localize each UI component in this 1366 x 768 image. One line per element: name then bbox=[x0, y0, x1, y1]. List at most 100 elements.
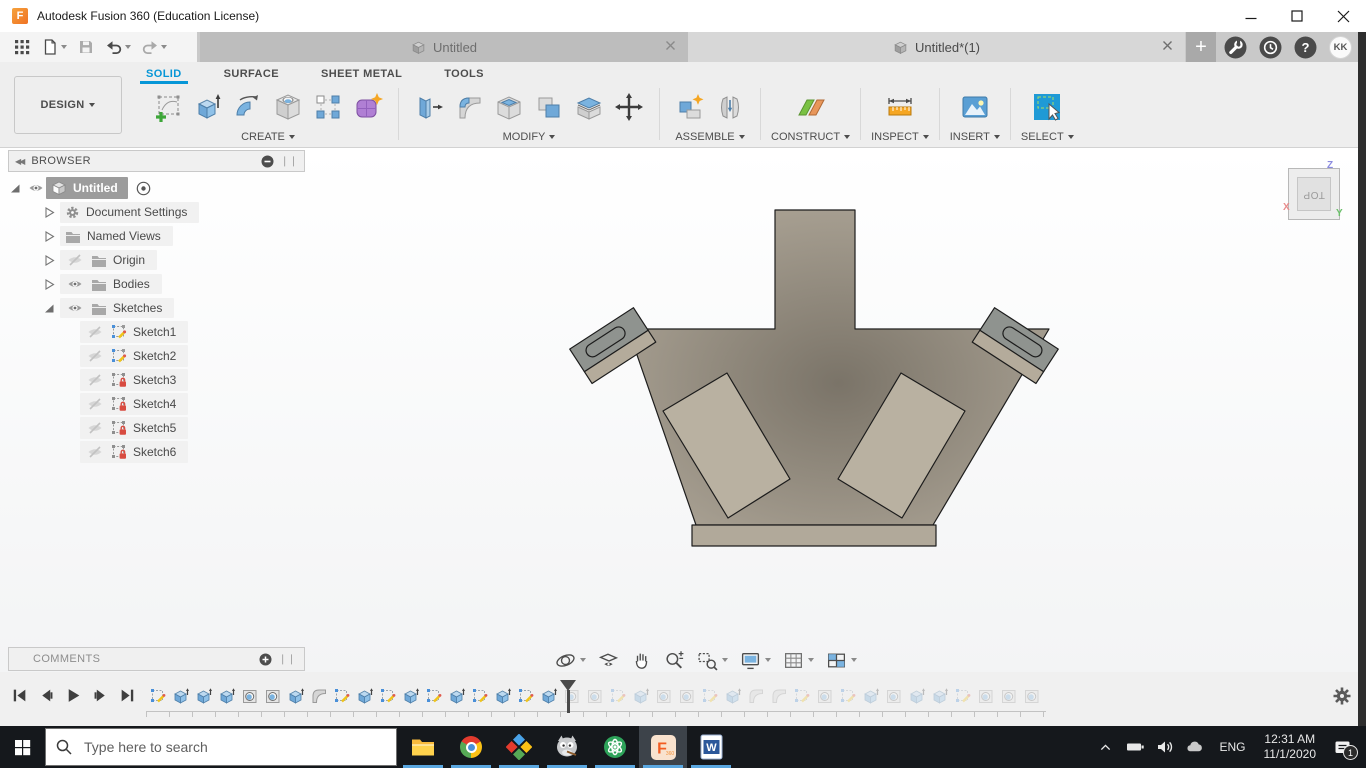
timeline-feature-extrude[interactable] bbox=[284, 685, 307, 707]
hole-button[interactable] bbox=[268, 86, 308, 128]
timeline-feature-extrude[interactable] bbox=[169, 685, 192, 707]
tab-surface[interactable]: SURFACE bbox=[218, 65, 285, 84]
visibility-eye-icon[interactable] bbox=[85, 422, 105, 434]
activate-component-icon[interactable] bbox=[136, 181, 151, 196]
close-button[interactable] bbox=[1320, 0, 1366, 32]
tree-row-sketch4[interactable]: Sketch4 bbox=[8, 392, 305, 416]
start-button[interactable] bbox=[0, 726, 45, 768]
taskbar-search-box[interactable] bbox=[45, 728, 397, 766]
notification-center-button[interactable] bbox=[1259, 36, 1282, 59]
tab-untitled[interactable]: Untitled bbox=[200, 32, 688, 62]
taskbar-app-fusion-360[interactable]: F 360 bbox=[639, 726, 687, 768]
timeline-feature-extrude[interactable] bbox=[445, 685, 468, 707]
tree-row-sketch1[interactable]: Sketch1 bbox=[8, 320, 305, 344]
tab-tools[interactable]: TOOLS bbox=[438, 65, 490, 84]
comments-bar[interactable]: COMMENTS ❘❘ bbox=[8, 647, 305, 671]
move-copy-button[interactable] bbox=[609, 86, 649, 128]
insert-image-button[interactable] bbox=[955, 86, 995, 128]
taskbar-app-photo-editor-app[interactable] bbox=[495, 726, 543, 768]
rectangular-pattern-button[interactable] bbox=[308, 86, 348, 128]
panel-grip-icon[interactable]: ❘❘ bbox=[280, 156, 298, 167]
timeline-feature-sketch[interactable] bbox=[330, 685, 353, 707]
chevron-down-icon[interactable] bbox=[125, 45, 131, 49]
timeline-feature-hole[interactable] bbox=[882, 685, 905, 707]
tree-row-document-settings[interactable]: Document Settings bbox=[8, 200, 305, 224]
visibility-eye-icon[interactable] bbox=[65, 278, 85, 290]
go-to-end-button[interactable] bbox=[118, 686, 136, 704]
measure-button[interactable] bbox=[880, 86, 920, 128]
group-label-modify[interactable]: MODIFY bbox=[503, 131, 556, 143]
taskbar-app-green-orbit-app[interactable] bbox=[591, 726, 639, 768]
app-grid-button[interactable] bbox=[10, 36, 34, 58]
timeline-feature-sketch[interactable] bbox=[376, 685, 399, 707]
shell-button[interactable] bbox=[489, 86, 529, 128]
timeline-playhead[interactable] bbox=[560, 680, 576, 714]
tree-row-sketches[interactable]: Sketches bbox=[8, 296, 305, 320]
timeline-feature-extrude[interactable] bbox=[353, 685, 376, 707]
group-label-construct[interactable]: CONSTRUCT bbox=[771, 131, 851, 143]
group-label-assemble[interactable]: ASSEMBLE bbox=[675, 131, 745, 143]
timeline-feature-hole[interactable] bbox=[238, 685, 261, 707]
collapse-panel-icon[interactable]: ◀◀ bbox=[15, 157, 25, 166]
tree-row-origin[interactable]: Origin bbox=[8, 248, 305, 272]
timeline-feature-hole[interactable] bbox=[261, 685, 284, 707]
viewports-button[interactable] bbox=[823, 648, 860, 673]
zoom-button[interactable] bbox=[661, 648, 688, 673]
construct-plane-button[interactable] bbox=[791, 86, 831, 128]
timeline-feature-hole[interactable] bbox=[583, 685, 606, 707]
timeline-feature-sketch[interactable] bbox=[836, 685, 859, 707]
timeline-feature-sketch[interactable] bbox=[514, 685, 537, 707]
timeline-feature-sketch[interactable] bbox=[698, 685, 721, 707]
timeline-feature-fillet[interactable] bbox=[744, 685, 767, 707]
chevron-down-icon[interactable] bbox=[851, 658, 857, 662]
expand-arrow-icon[interactable] bbox=[42, 254, 56, 267]
timeline-feature-extrude[interactable] bbox=[629, 685, 652, 707]
select-button[interactable] bbox=[1027, 86, 1067, 128]
chevron-down-icon[interactable] bbox=[580, 658, 586, 662]
go-to-start-button[interactable] bbox=[10, 686, 28, 704]
group-label-select[interactable]: SELECT bbox=[1021, 131, 1074, 143]
tab-untitled-1[interactable]: Untitled*(1) bbox=[688, 32, 1185, 62]
timeline-feature-hole[interactable] bbox=[997, 685, 1020, 707]
chevron-down-icon[interactable] bbox=[61, 45, 67, 49]
timeline-feature-extrude[interactable] bbox=[928, 685, 951, 707]
collapse-arrow-icon[interactable] bbox=[42, 302, 56, 314]
timeline-feature-sketch[interactable] bbox=[422, 685, 445, 707]
chevron-down-icon[interactable] bbox=[722, 658, 728, 662]
tree-row-sketch5[interactable]: Sketch5 bbox=[8, 416, 305, 440]
new-file-button[interactable] bbox=[38, 36, 70, 58]
timeline-feature-extrude[interactable] bbox=[215, 685, 238, 707]
minimize-panel-icon[interactable] bbox=[261, 155, 274, 168]
visibility-eye-icon[interactable] bbox=[65, 254, 85, 266]
look-at-button[interactable] bbox=[595, 648, 622, 673]
tree-row-root[interactable]: Untitled bbox=[8, 176, 305, 200]
tab-solid[interactable]: SOLID bbox=[140, 65, 188, 84]
group-label-insert[interactable]: INSERT bbox=[950, 131, 1000, 143]
expand-arrow-icon[interactable] bbox=[42, 230, 56, 243]
save-button[interactable] bbox=[74, 36, 98, 58]
visibility-eye-icon[interactable] bbox=[85, 350, 105, 362]
search-input[interactable] bbox=[82, 738, 366, 756]
language-indicator[interactable]: ENG bbox=[1215, 740, 1249, 754]
step-back-button[interactable] bbox=[37, 686, 55, 704]
taskbar-app-chrome[interactable] bbox=[447, 726, 495, 768]
timeline-feature-hole[interactable] bbox=[1020, 685, 1043, 707]
tree-row-sketch2[interactable]: Sketch2 bbox=[8, 344, 305, 368]
new-tab-button[interactable]: + bbox=[1186, 32, 1216, 62]
timeline-feature-extrude[interactable] bbox=[537, 685, 560, 707]
timeline-feature-sketch[interactable] bbox=[606, 685, 629, 707]
expand-arrow-icon[interactable] bbox=[42, 278, 56, 291]
revolve-button[interactable] bbox=[228, 86, 268, 128]
visibility-eye-icon[interactable] bbox=[65, 302, 85, 314]
taskbar-app-word[interactable]: W bbox=[687, 726, 735, 768]
timeline-feature-extrude[interactable] bbox=[192, 685, 215, 707]
view-cube[interactable]: TOP bbox=[1288, 168, 1340, 220]
combine-button[interactable] bbox=[529, 86, 569, 128]
timeline-feature-fillet[interactable] bbox=[767, 685, 790, 707]
visibility-eye-icon[interactable] bbox=[85, 374, 105, 386]
timeline-feature-sketch[interactable] bbox=[790, 685, 813, 707]
model-base-plate[interactable] bbox=[691, 524, 937, 547]
group-label-create[interactable]: CREATE bbox=[241, 131, 295, 143]
tree-row-sketch3[interactable]: Sketch3 bbox=[8, 368, 305, 392]
minimize-button[interactable] bbox=[1228, 0, 1274, 32]
